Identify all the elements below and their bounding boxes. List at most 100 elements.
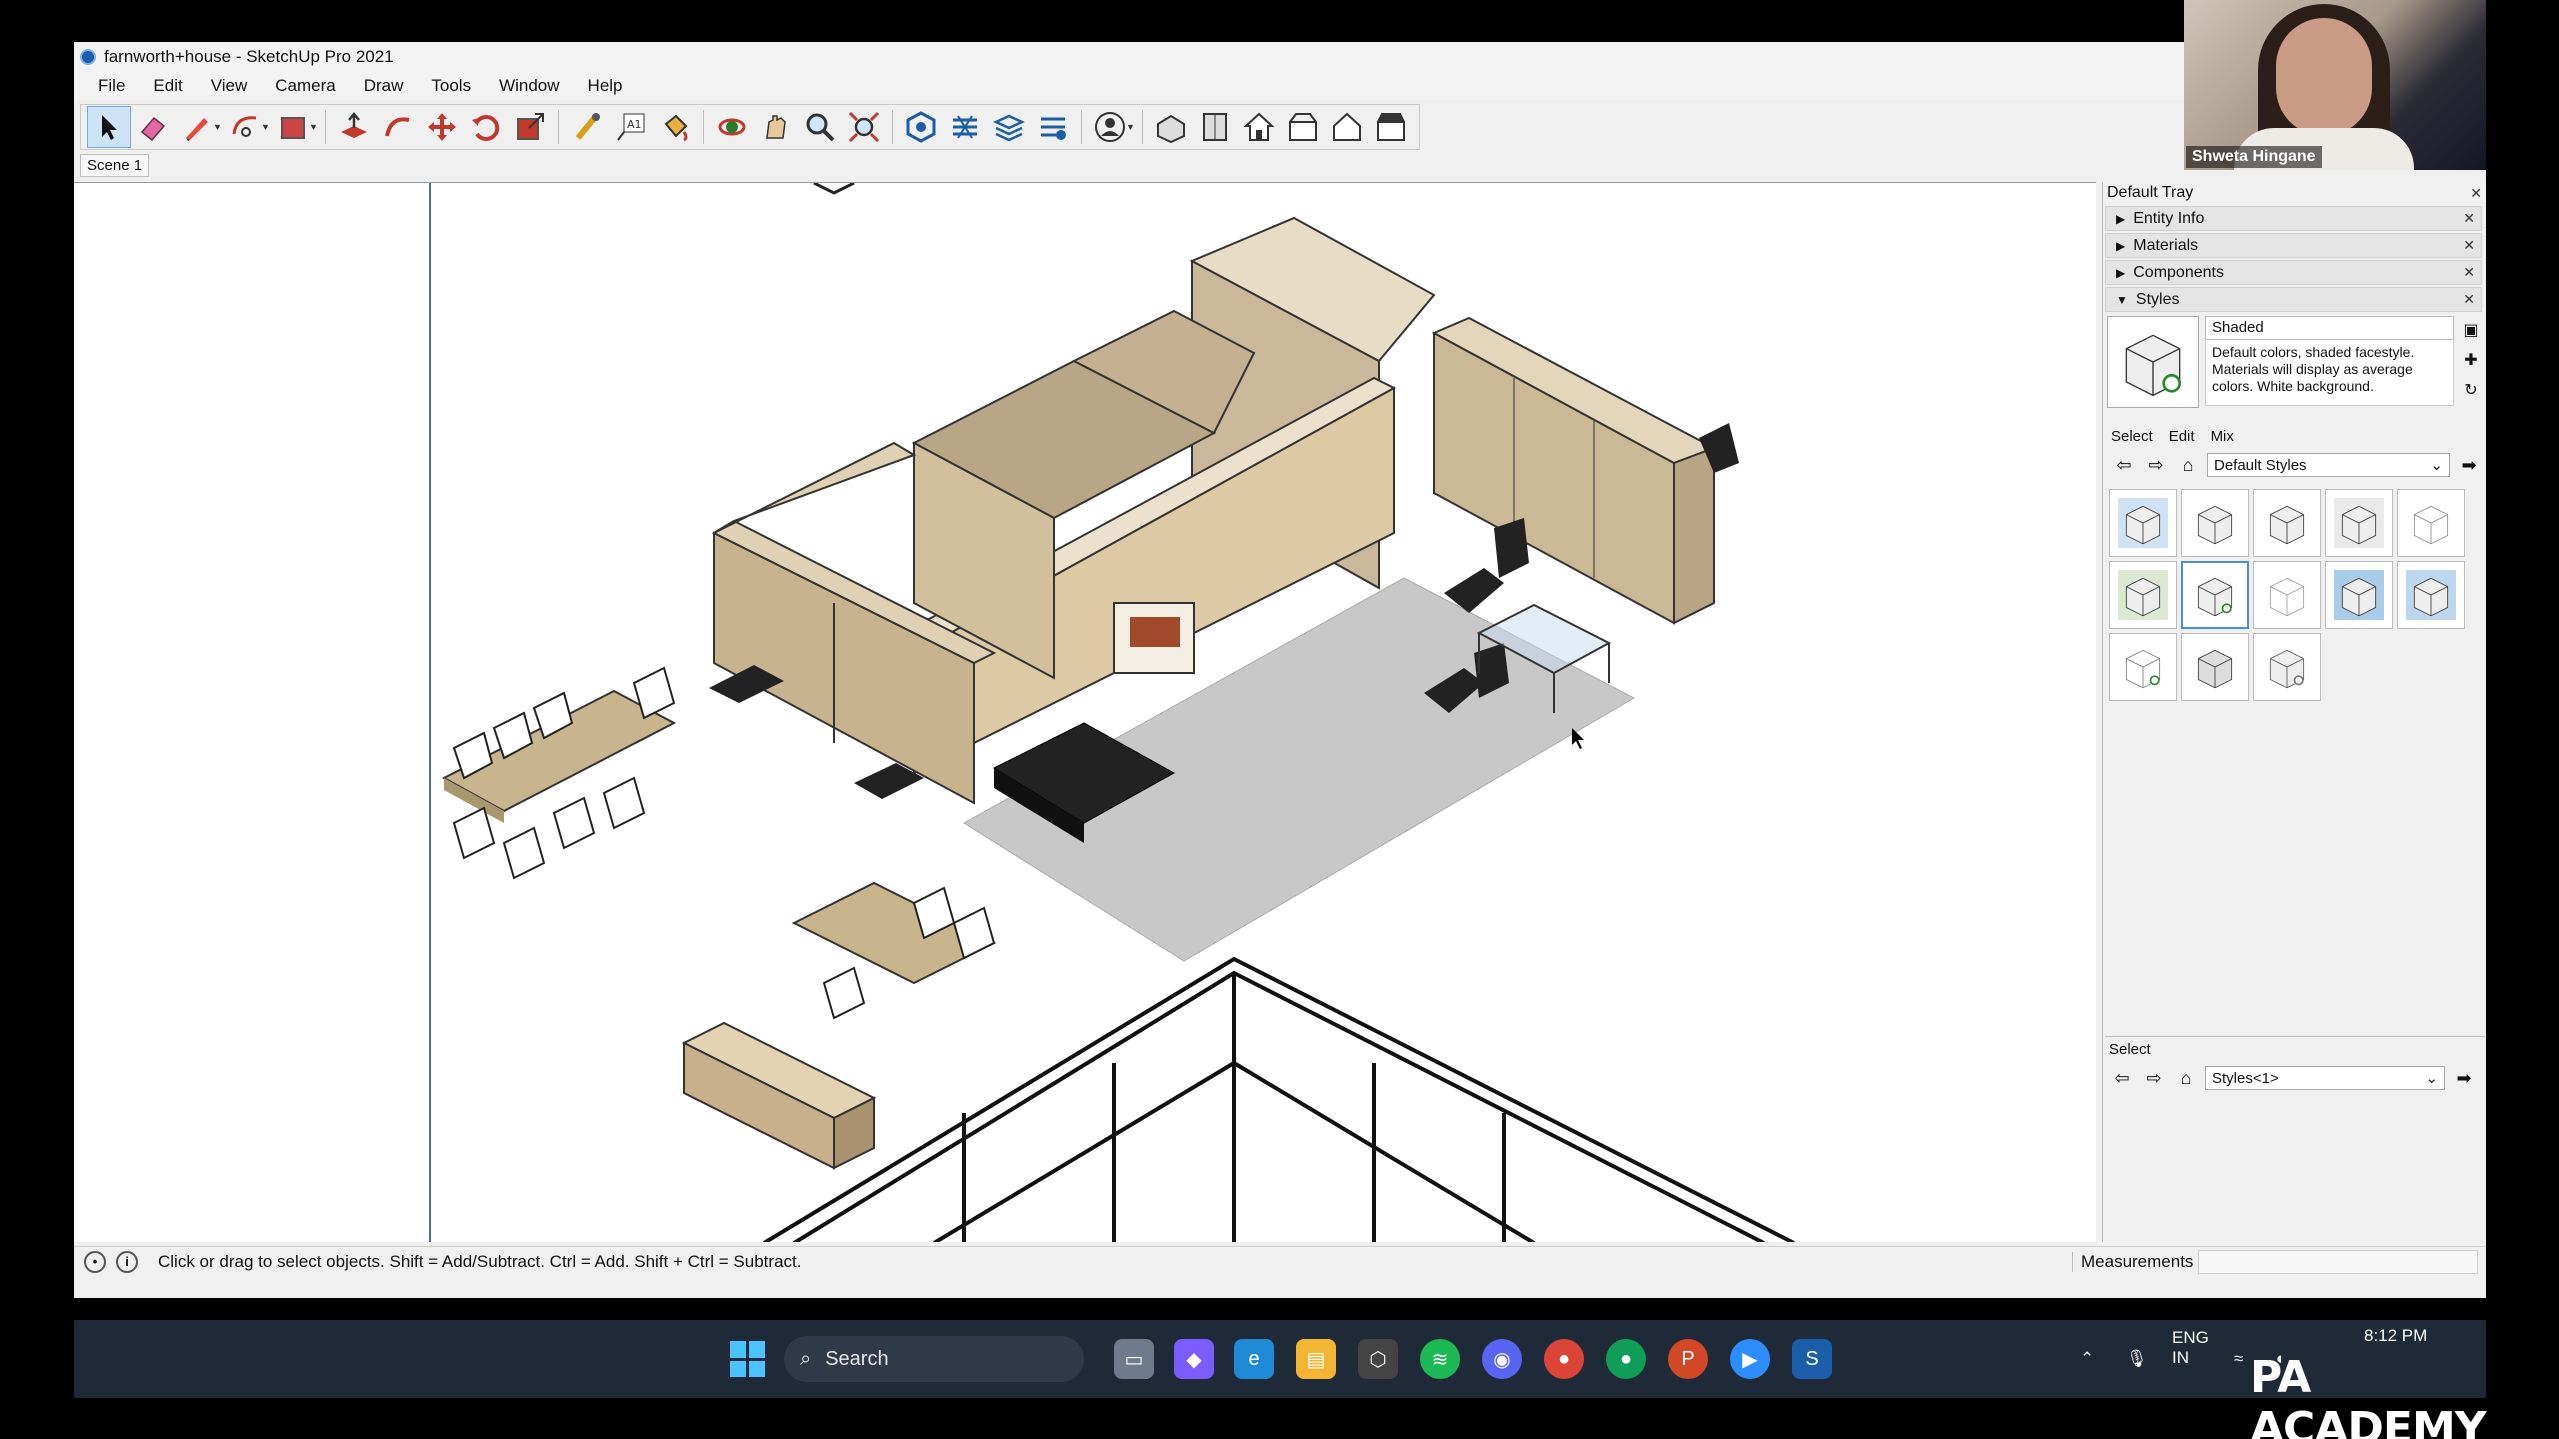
home-icon[interactable]: ⌂ [2175,455,2201,476]
follow-me-tool-button[interactable] [376,106,420,148]
save-style-icon[interactable]: ▣ [2463,320,2478,340]
details-arrow-icon[interactable]: ➡ [2456,455,2482,476]
extension-warehouse-button[interactable] [943,106,987,148]
tray-section-components[interactable]: ▶ Components ✕ [2105,260,2482,285]
front-view-button[interactable] [1237,106,1281,148]
zoom-tool-button[interactable] [798,106,842,148]
tape-measure-tool-button[interactable] [565,106,609,148]
select-tool-button[interactable] [87,106,131,148]
style-thumbnail-item[interactable] [2325,561,2393,629]
sketchup-taskbar-icon[interactable]: S [1792,1339,1832,1379]
menu-edit[interactable]: Edit [139,76,196,96]
right-view-button[interactable] [1281,106,1325,148]
measurements-input[interactable] [2198,1249,2478,1274]
zoom-extents-tool-button[interactable] [842,106,886,148]
details-arrow-icon[interactable]: ➡ [2451,1068,2477,1089]
chevron-down-icon[interactable]: ▼ [1126,122,1136,132]
back-arrow-icon[interactable]: ⇦ [2111,455,2137,476]
model-viewport[interactable] [74,182,2096,1242]
style-thumbnail-item[interactable] [2181,633,2249,701]
model-styles-select[interactable]: Styles<1> ⌄ [2205,1066,2445,1090]
discord-icon[interactable]: ◉ [1482,1339,1522,1379]
tray-section-materials[interactable]: ▶ Materials ✕ [2105,233,2482,258]
style-thumbnail-item[interactable] [2253,633,2321,701]
refresh-icon[interactable]: ↻ [2464,380,2477,400]
paint-bucket-tool-button[interactable] [653,106,697,148]
menu-file[interactable]: File [84,76,139,96]
forward-arrow-icon[interactable]: ⇨ [2143,455,2169,476]
forward-arrow-icon[interactable]: ⇨ [2141,1068,2167,1089]
clock[interactable]: 8:12 PM [2364,1326,2427,1346]
left-view-button[interactable] [1369,106,1413,148]
style-thumbnail-item[interactable] [2109,489,2177,557]
model-scene[interactable] [74,183,2096,1242]
style-name-field[interactable]: Shaded [2205,316,2454,340]
language-indicator[interactable]: ENG IN [2172,1328,2209,1368]
pan-tool-button[interactable] [754,106,798,148]
extension-manager-button[interactable] [1031,106,1075,148]
chrome-icon[interactable]: ● [1544,1339,1584,1379]
style-library-select[interactable]: Default Styles ⌄ [2207,453,2450,477]
text-tool-button[interactable]: A1 [609,106,653,148]
tray-section-styles[interactable]: ▼ Styles ✕ [2105,287,2482,312]
top-view-button[interactable] [1193,106,1237,148]
style-thumbnail-item[interactable] [2109,633,2177,701]
tab-edit[interactable]: Edit [2169,428,2195,445]
zoom-icon[interactable]: ▶ [1730,1339,1770,1379]
style-description[interactable]: Default colors, shaded facestyle. Materi… [2205,340,2454,406]
scale-tool-button[interactable] [508,106,552,148]
orbit-tool-button[interactable] [710,106,754,148]
chevron-down-icon[interactable]: ▼ [309,122,319,132]
tray-pin-icon[interactable]: ✕ [2470,185,2482,202]
style-thumbnail-item-selected[interactable] [2181,561,2249,629]
create-style-icon[interactable]: ✚ [2464,350,2477,370]
wifi-icon[interactable]: ≈ [2234,1349,2243,1369]
chevron-down-icon[interactable]: ▼ [261,122,271,132]
eraser-tool-button[interactable] [131,106,175,148]
menu-draw[interactable]: Draw [350,76,418,96]
app-icon[interactable]: ⬡ [1358,1339,1398,1379]
geo-location-icon[interactable]: • [84,1250,106,1273]
close-icon[interactable]: ✕ [2463,210,2475,227]
back-arrow-icon[interactable]: ⇦ [2109,1068,2135,1089]
rotate-tool-button[interactable] [464,106,508,148]
edge-icon[interactable]: e [1234,1339,1274,1379]
style-thumbnail-item[interactable] [2397,489,2465,557]
file-explorer-icon[interactable]: ▤ [1296,1339,1336,1379]
style-thumbnail-item[interactable] [2397,561,2465,629]
layout-button[interactable] [987,106,1031,148]
task-view-icon[interactable]: ▭ [1114,1339,1154,1379]
menu-window[interactable]: Window [485,76,573,96]
menu-tools[interactable]: Tools [417,76,485,96]
style-thumbnail-item[interactable] [2181,489,2249,557]
scene-tab[interactable]: Scene 1 [80,153,150,177]
style-thumbnail-item[interactable] [2325,489,2393,557]
home-icon[interactable]: ⌂ [2173,1068,2199,1089]
powerpoint-icon[interactable]: P [1668,1339,1708,1379]
taskbar-search[interactable]: ⌕ Search [784,1336,1084,1382]
close-icon[interactable]: ✕ [2463,237,2475,254]
menu-camera[interactable]: Camera [261,76,349,96]
move-tool-button[interactable] [420,106,464,148]
chevron-down-icon[interactable]: ▼ [213,122,223,132]
microphone-icon[interactable]: 🎙 [2126,1349,2148,1369]
spotify-icon[interactable]: ≋ [1420,1339,1460,1379]
iso-view-button[interactable] [1149,106,1193,148]
info-icon[interactable]: i [116,1250,138,1273]
style-thumbnail-item[interactable] [2253,561,2321,629]
copilot-icon[interactable]: ◆ [1174,1339,1214,1379]
chrome-profile-icon[interactable]: ● [1606,1339,1646,1379]
menu-help[interactable]: Help [574,76,637,96]
windows-start-icon[interactable] [730,1341,766,1377]
tray-section-entity-info[interactable]: ▶ Entity Info ✕ [2105,206,2482,231]
push-pull-tool-button[interactable] [332,106,376,148]
close-icon[interactable]: ✕ [2463,291,2475,308]
menu-view[interactable]: View [197,76,262,96]
chevron-up-icon[interactable]: ⌃ [2080,1349,2094,1369]
style-thumbnail-item[interactable] [2253,489,2321,557]
back-view-button[interactable] [1325,106,1369,148]
warehouse-button[interactable] [899,106,943,148]
style-thumbnail-item[interactable] [2109,561,2177,629]
tab-mix[interactable]: Mix [2211,428,2234,445]
tab-select[interactable]: Select [2111,428,2153,445]
